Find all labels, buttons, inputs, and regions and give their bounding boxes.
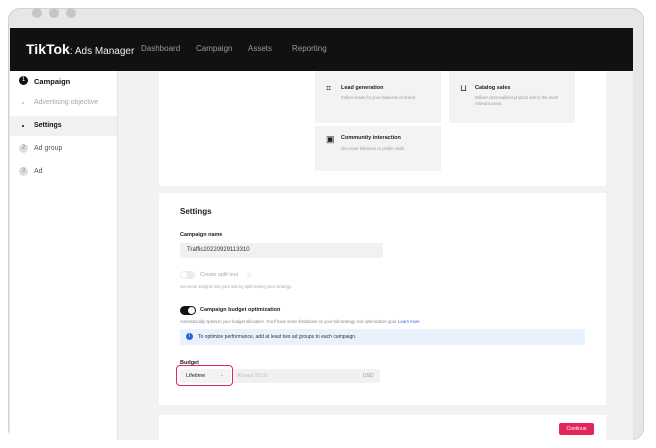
objective-lead-generation[interactable]: ⌗ Lead generation Collect leads for your…	[315, 71, 441, 123]
step-number-icon: 1	[19, 76, 28, 85]
footer-bar: Continue	[159, 415, 606, 440]
objective-desc: Deliver personalized product ads to the …	[475, 95, 558, 106]
brand-subtitle: : Ads Manager	[69, 46, 135, 57]
info-banner: i To optimize performance, add at least …	[180, 329, 585, 345]
objective-title: Community interaction	[341, 135, 401, 141]
objective-title: Lead generation	[341, 85, 384, 91]
window-dot	[49, 8, 59, 18]
top-nav-bar: TikTok: Ads Manager Dashboard Campaign A…	[10, 28, 633, 71]
split-test-desc: Get more insights into your ads by split…	[180, 284, 292, 289]
objective-catalog-sales[interactable]: ⊔ Catalog sales Deliver personalized pro…	[449, 71, 575, 123]
sidebar-substep-settings[interactable]: Settings	[10, 116, 117, 136]
step-label: Ad group	[34, 145, 63, 152]
objective-community-interaction[interactable]: ▣ Community interaction Get more followe…	[315, 126, 441, 171]
nav-reporting[interactable]: Reporting	[292, 44, 327, 53]
cbo-toggle[interactable]	[180, 306, 196, 315]
sidebar-step-ad[interactable]: 3 Ad	[10, 163, 117, 181]
main-content: ⌗ Lead generation Collect leads for your…	[118, 71, 633, 440]
bullet-icon	[22, 102, 24, 104]
learn-more-link[interactable]: Learn more	[398, 319, 419, 324]
step-label: Ad	[34, 168, 43, 175]
cbo-desc: Automatically optimize your budget alloc…	[180, 319, 420, 324]
currency-label: USD	[363, 373, 374, 379]
objective-title: Catalog sales	[475, 85, 511, 91]
sidebar-substep-objective[interactable]: Advertising objective	[10, 95, 117, 113]
cart-icon: ⊔	[460, 83, 468, 93]
toggle-knob	[188, 307, 195, 314]
window-dot	[32, 8, 42, 18]
campaign-name-value: Traffic20220929113310	[187, 247, 250, 253]
settings-card: Settings Campaign name Traffic2022092911…	[159, 193, 606, 405]
objective-desc: Collect leads for your business or brand…	[341, 95, 416, 100]
nav-campaign[interactable]: Campaign	[196, 44, 232, 53]
budget-amount-placeholder: At least 50.00	[237, 373, 268, 379]
nav-dashboard[interactable]: Dashboard	[141, 44, 180, 53]
objective-desc: Get more followers or profile visits.	[341, 146, 406, 151]
funnel-icon: ⌗	[326, 83, 332, 93]
substep-label: Settings	[34, 122, 62, 129]
nav-assets[interactable]: Assets	[248, 44, 272, 53]
split-test-toggle[interactable]	[180, 271, 195, 279]
step-number-icon: 3	[19, 167, 28, 176]
info-text: To optimize performance, add at least tw…	[198, 334, 357, 340]
objectives-card: ⌗ Lead generation Collect leads for your…	[159, 71, 606, 186]
substep-label: Advertising objective	[34, 99, 99, 106]
progress-sidebar: 1 Campaign Advertising objective Setting…	[10, 71, 118, 440]
sidebar-step-campaign[interactable]: 1 Campaign	[10, 71, 117, 91]
budget-amount-input[interactable]: At least 50.00 USD	[232, 369, 380, 383]
window-dot	[66, 8, 76, 18]
help-icon[interactable]: ⓘ	[246, 272, 251, 279]
campaign-name-input[interactable]: Traffic20220929113310	[180, 243, 383, 258]
sidebar-step-ad-group[interactable]: 2 Ad group	[10, 140, 117, 158]
chat-icon: ▣	[326, 134, 335, 144]
bullet-icon	[22, 125, 24, 127]
toggle-knob	[181, 272, 187, 278]
info-icon: i	[186, 333, 193, 340]
tiktok-ads-logo[interactable]: TikTok: Ads Manager	[26, 41, 134, 57]
campaign-name-label: Campaign name	[180, 232, 223, 238]
split-test-label: Create split test	[200, 272, 239, 278]
cbo-desc-text: Automatically optimize your budget alloc…	[180, 319, 398, 324]
brand-name: TikTok	[26, 41, 70, 57]
continue-button[interactable]: Continue	[559, 423, 594, 435]
highlight-box	[176, 365, 233, 386]
cbo-label: Campaign budget optimization	[200, 307, 281, 313]
settings-title: Settings	[180, 207, 212, 216]
step-label: Campaign	[34, 77, 71, 86]
step-number-icon: 2	[19, 144, 28, 153]
